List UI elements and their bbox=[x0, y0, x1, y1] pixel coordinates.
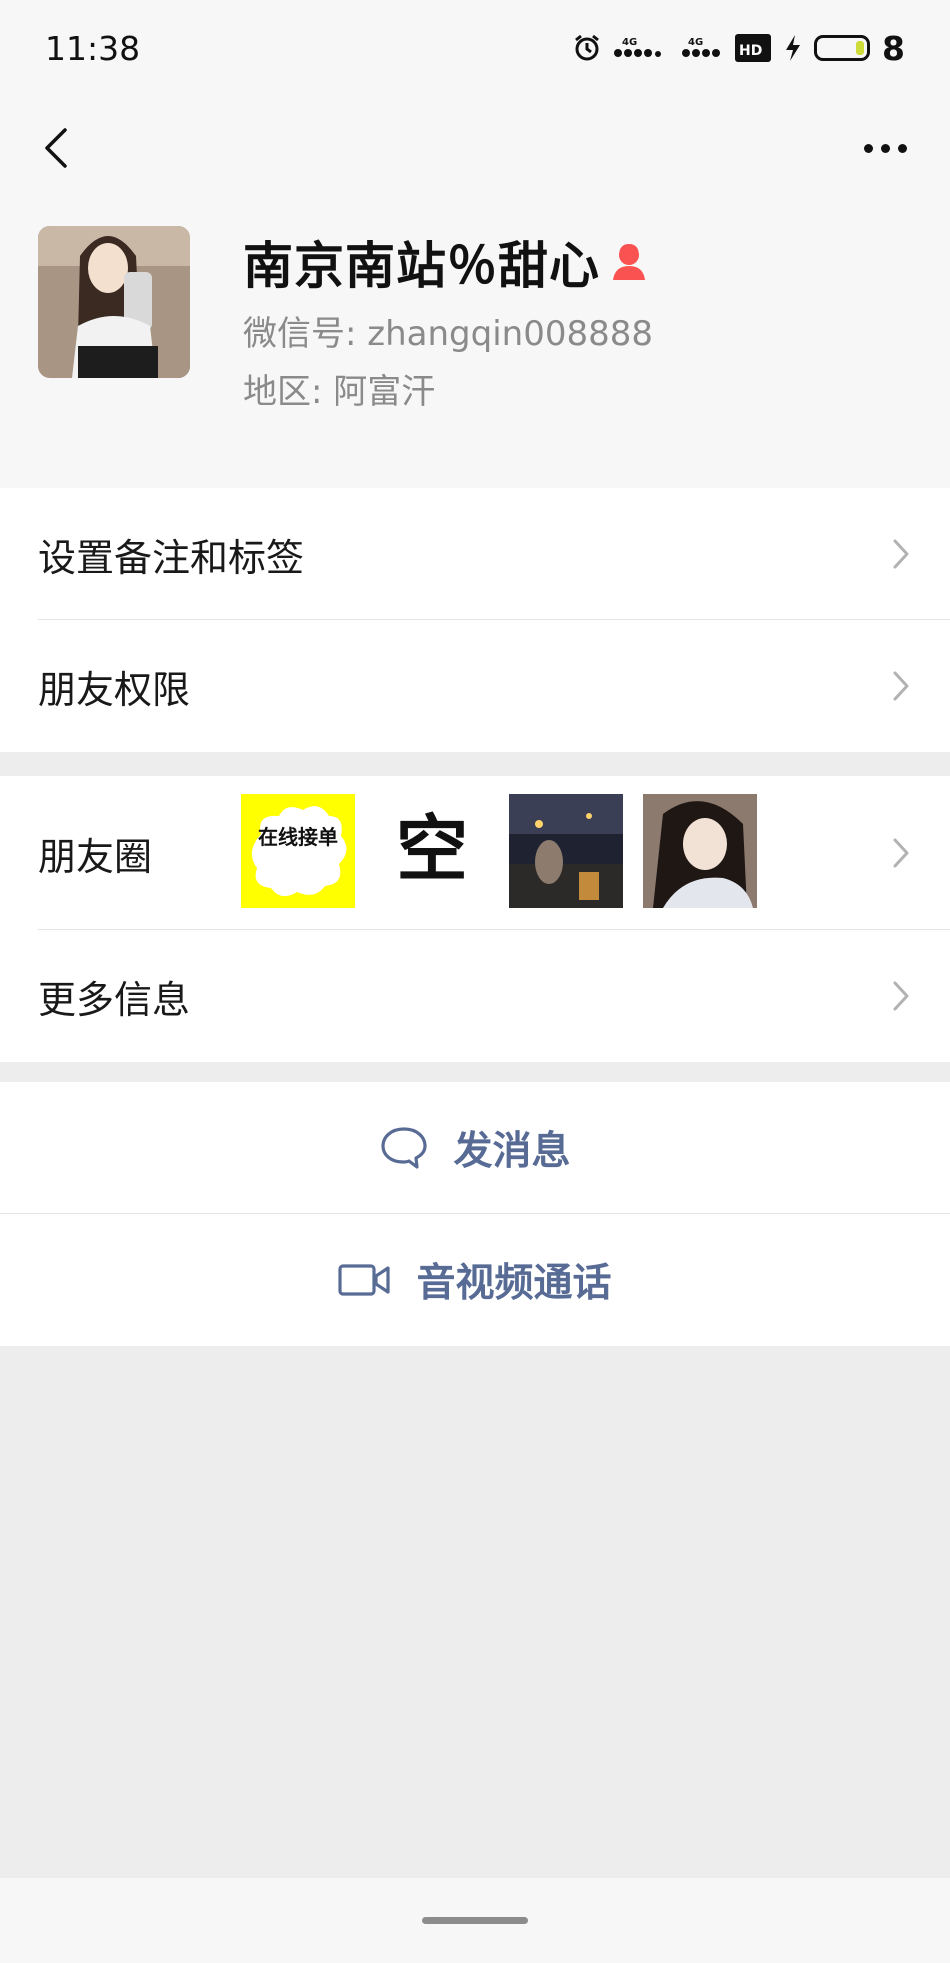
chevron-left-icon bbox=[45, 128, 67, 168]
more-icon-dot bbox=[880, 143, 890, 153]
avatar[interactable] bbox=[38, 226, 190, 378]
remarks-tags-row[interactable]: 设置备注和标签 bbox=[0, 488, 950, 620]
chevron-right-icon bbox=[893, 671, 909, 701]
settings-card: 设置备注和标签 朋友权限 bbox=[0, 488, 950, 752]
svg-text:HD: HD bbox=[739, 43, 762, 59]
profile-name: 南京南站％甜心 bbox=[243, 237, 600, 295]
thumb1-text: 在线接单 bbox=[258, 825, 338, 849]
profile-name-row: 南京南站％甜心 bbox=[243, 226, 648, 298]
battery-level: 8 bbox=[882, 28, 905, 68]
avatar-image bbox=[38, 226, 190, 378]
chevron-right-icon bbox=[893, 838, 909, 868]
charging-icon bbox=[784, 34, 802, 62]
status-icons: 4G 4G HD 8 bbox=[572, 29, 905, 68]
wechat-id: 微信号: zhangqin008888 bbox=[243, 314, 653, 354]
send-message-label: 发消息 bbox=[453, 1129, 571, 1174]
moments-thumb-4 bbox=[643, 794, 757, 908]
female-icon bbox=[610, 242, 648, 282]
more-options-button[interactable] bbox=[850, 108, 920, 188]
video-camera-icon bbox=[338, 1264, 391, 1296]
friend-permissions-label: 朋友权限 bbox=[38, 667, 191, 712]
hd-icon: HD bbox=[734, 33, 772, 63]
home-indicator[interactable] bbox=[422, 1917, 528, 1924]
moments-row[interactable]: 朋友圈 在线接单 空 bbox=[0, 776, 950, 930]
status-time: 11:38 bbox=[45, 28, 141, 68]
video-call-label: 音视频通话 bbox=[416, 1261, 612, 1306]
moments-card: 朋友圈 在线接单 空 更多信息 bbox=[0, 776, 950, 1062]
chevron-right-icon bbox=[893, 539, 909, 569]
region: 地区: 阿富汗 bbox=[243, 372, 436, 412]
svg-text:4G: 4G bbox=[622, 37, 637, 48]
moments-label: 朋友圈 bbox=[38, 834, 153, 879]
actions-card: 发消息 音视频通话 bbox=[0, 1082, 950, 1346]
profile-header: 南京南站％甜心 微信号: zhangqin008888 地区: 阿富汗 bbox=[0, 96, 950, 488]
more-icon bbox=[863, 143, 873, 153]
video-call-button[interactable]: 音视频通话 bbox=[0, 1214, 950, 1346]
friend-permissions-row[interactable]: 朋友权限 bbox=[0, 620, 950, 752]
more-icon-dot bbox=[897, 143, 907, 153]
moments-thumb-1: 在线接单 bbox=[241, 794, 355, 908]
more-info-label: 更多信息 bbox=[38, 977, 191, 1022]
status-bar: 11:38 4G 4G HD 8 bbox=[0, 0, 950, 96]
moments-thumb-3 bbox=[509, 794, 623, 908]
chat-bubble-icon bbox=[381, 1127, 428, 1169]
alarm-icon bbox=[572, 33, 602, 63]
signal-4g-icon: 4G bbox=[614, 36, 670, 60]
remarks-tags-label: 设置备注和标签 bbox=[38, 535, 305, 580]
signal-4g-icon: 4G bbox=[682, 36, 722, 60]
chevron-right-icon bbox=[893, 981, 909, 1011]
thumb2-text: 空 bbox=[396, 806, 468, 891]
battery-icon bbox=[814, 35, 871, 61]
moments-thumb-2: 空 bbox=[375, 794, 489, 908]
back-button[interactable] bbox=[26, 108, 86, 188]
more-info-row[interactable]: 更多信息 bbox=[0, 930, 950, 1062]
svg-text:4G: 4G bbox=[688, 37, 703, 48]
moments-thumbnails: 在线接单 空 bbox=[241, 794, 757, 908]
send-message-button[interactable]: 发消息 bbox=[0, 1082, 950, 1214]
